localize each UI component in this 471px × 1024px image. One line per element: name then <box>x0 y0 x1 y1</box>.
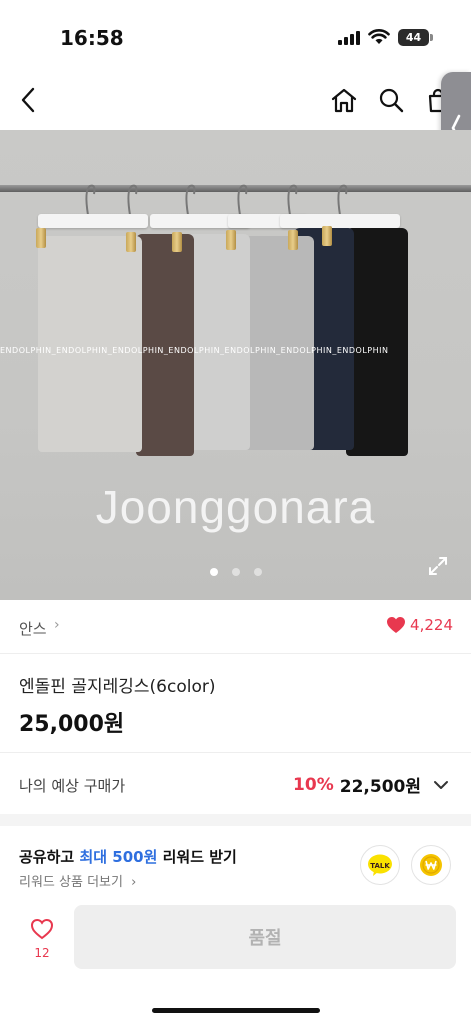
heart-filled-icon <box>387 617 406 633</box>
kakao-share-button[interactable]: TALK <box>360 845 400 885</box>
carousel-dot[interactable] <box>231 568 240 576</box>
legging-oatmeal <box>38 236 142 452</box>
estimated-price-value: 10% 22,500원 <box>293 772 449 797</box>
share-reward-title: 공유하고 최대 500원 리워드 받기 <box>19 846 237 867</box>
heart-outline-icon <box>30 918 54 940</box>
home-indicator <box>152 1008 320 1013</box>
share-title-highlight: 최대 500원 <box>79 848 158 866</box>
share-title-suffix: 리워드 받기 <box>157 848 237 866</box>
nav-bar <box>0 72 471 130</box>
hanger-clip <box>226 230 236 250</box>
section-divider <box>0 814 471 826</box>
brand-strip: ENDOLPHIN_ENDOLPHIN_ENDOLPHIN_ENDOLPHIN_… <box>0 346 389 355</box>
reward-coin-button[interactable] <box>411 845 451 885</box>
back-button[interactable] <box>10 82 46 118</box>
product-image-carousel[interactable]: ENDOLPHIN_ENDOLPHIN_ENDOLPHIN_ENDOLPHIN_… <box>0 130 471 600</box>
chevron-right-icon: › <box>131 875 137 890</box>
hanger-clip <box>126 232 136 252</box>
share-reward-section: 공유하고 최대 500원 리워드 받기 리워드 상품 더보기 › TALK <box>0 826 471 900</box>
hanger-clip <box>322 226 332 246</box>
hanger <box>280 214 400 228</box>
estimated-price: 22,500원 <box>339 777 421 797</box>
more-reward-products-link[interactable]: 리워드 상품 더보기 › <box>19 871 136 890</box>
product-title: 엔돌핀 골지레깅스(6color) <box>19 677 216 697</box>
likes-count: 4,224 <box>410 616 453 634</box>
status-time: 16:58 <box>60 26 124 50</box>
search-button[interactable] <box>373 82 409 118</box>
chevron-left-icon <box>21 87 35 113</box>
chevron-down-icon <box>434 780 448 789</box>
hanger-clip <box>172 232 182 252</box>
wifi-icon <box>368 29 390 44</box>
bottom-action-bar: 12 품절 <box>0 900 471 1024</box>
legging-black <box>346 228 408 456</box>
battery-icon: 44 <box>398 29 429 46</box>
home-button[interactable] <box>326 82 362 118</box>
product-price: 25,000원 <box>19 712 125 737</box>
sold-out-button[interactable]: 품절 <box>74 905 456 969</box>
expand-icon[interactable] <box>426 554 450 578</box>
home-icon <box>331 88 357 113</box>
shop-name-link[interactable]: 안스 <box>19 618 47 639</box>
more-reward-products-label: 리워드 상품 더보기 <box>19 875 123 890</box>
hanger-clip <box>288 230 298 250</box>
hanger-clip <box>36 228 46 248</box>
wishlist-count: 12 <box>34 946 50 960</box>
shop-row: 안스 › 4,224 <box>0 600 471 654</box>
estimated-price-row[interactable]: 나의 예상 구매가 10% 22,500원 <box>0 752 471 814</box>
chevron-right-icon: › <box>54 617 60 633</box>
legging-brown <box>136 234 194 456</box>
coin-icon <box>420 854 442 876</box>
estimated-price-label: 나의 예상 구매가 <box>19 777 126 795</box>
carousel-indicator <box>0 568 471 576</box>
cellular-signal-icon <box>338 31 362 45</box>
watermark: Joonggonara <box>95 481 376 533</box>
battery-tip <box>430 34 433 41</box>
discount-percent: 10% <box>293 774 334 795</box>
legging-gray <box>240 236 314 450</box>
carousel-dot[interactable] <box>253 568 262 576</box>
hanger <box>38 214 148 228</box>
kakao-talk-label: TALK <box>370 862 390 870</box>
carousel-dot[interactable] <box>209 568 218 576</box>
search-icon <box>379 88 404 113</box>
status-bar: 16:58 44 <box>0 0 471 70</box>
share-title-prefix: 공유하고 <box>19 848 80 866</box>
wishlist-button[interactable]: 12 <box>20 918 64 968</box>
likes-counter[interactable]: 4,224 <box>386 616 453 634</box>
